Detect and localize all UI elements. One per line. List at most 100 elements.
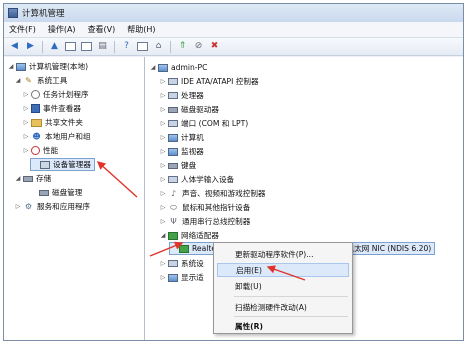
- expand-arrow-icon[interactable]: ▷: [22, 91, 30, 98]
- services-icon: ⚙: [24, 202, 33, 211]
- device-manager-icon: [40, 160, 50, 169]
- tree-item-task-scheduler[interactable]: ▷ 任务计划程序: [22, 88, 89, 101]
- tree-item-system-tools[interactable]: ◢ ✎ 系统工具: [14, 74, 68, 87]
- device-label: 系统设: [181, 259, 204, 268]
- tree-item-label: 存储: [36, 174, 52, 183]
- collapse-arrow-icon[interactable]: ◢: [7, 63, 15, 70]
- expand-arrow-icon[interactable]: ▷: [159, 134, 167, 141]
- hid-icon: [168, 176, 178, 183]
- device-category-hid[interactable]: ▷ 人体学输入设备: [159, 173, 234, 186]
- device-label: 端口 (COM 和 LPT): [181, 119, 249, 128]
- expand-arrow-icon[interactable]: ▷: [159, 176, 167, 183]
- device-category-disk-drives[interactable]: ▷ 磁盘驱动器: [159, 103, 219, 116]
- back-icon[interactable]: ◀: [8, 40, 21, 53]
- disable-device-icon[interactable]: ⊘: [192, 40, 205, 53]
- show-hide-tree-icon[interactable]: [64, 40, 77, 53]
- expand-arrow-icon[interactable]: ▷: [159, 78, 167, 85]
- disk-drive-icon: [168, 106, 178, 113]
- menu-help[interactable]: 帮助(H): [127, 24, 155, 35]
- tree-item-disk-management[interactable]: 磁盘管理: [30, 186, 82, 199]
- expand-arrow-icon[interactable]: ▷: [159, 148, 167, 155]
- tree-item-storage[interactable]: ◢ 存储: [14, 172, 52, 185]
- system-devices-icon: [168, 260, 178, 267]
- uninstall-device-icon[interactable]: ✖: [208, 40, 221, 53]
- properties-icon[interactable]: [136, 40, 149, 53]
- menu-view[interactable]: 查看(V): [88, 24, 116, 35]
- help-icon[interactable]: ?: [120, 40, 133, 53]
- forward-icon[interactable]: ▶: [24, 40, 37, 53]
- tree-item-label: 本地用户和组: [45, 132, 91, 141]
- expand-arrow-icon[interactable]: ▷: [159, 162, 167, 169]
- device-label: 磁盘驱动器: [181, 105, 219, 114]
- users-icon: ☻: [32, 132, 41, 141]
- expand-arrow-icon[interactable]: ▷: [159, 218, 167, 225]
- device-category-computer[interactable]: ▷ 计算机: [159, 131, 204, 144]
- menu-action[interactable]: 操作(A): [48, 24, 76, 35]
- expand-arrow-icon[interactable]: ▷: [22, 147, 30, 154]
- toolbar: ◀ ▶ ▲ ▤ ? ⌂ ⇑ ⊘ ✖: [4, 38, 463, 56]
- network-card-icon: [179, 244, 189, 253]
- menu-file[interactable]: 文件(F): [9, 24, 36, 35]
- update-driver-icon[interactable]: ⇑: [176, 40, 189, 53]
- collapse-arrow-icon[interactable]: ◢: [149, 64, 157, 71]
- expand-arrow-icon[interactable]: ▷: [159, 260, 167, 267]
- scan-hardware-icon[interactable]: ⌂: [152, 40, 165, 53]
- device-category-network-adapters[interactable]: ◢ 网络适配器: [159, 229, 219, 242]
- navigation-tree: ◢ 计算机管理(本地) ◢ ✎ 系统工具 ▷ 任务计划程序 ▷ 事件查看器 ▷: [4, 57, 145, 340]
- disk-management-icon: [39, 189, 49, 196]
- device-category-sound[interactable]: ▷ ♪ 声音、视频和游戏控制器: [159, 187, 266, 200]
- ide-controller-icon: [168, 78, 178, 85]
- ctx-properties[interactable]: 属性(R): [217, 319, 349, 333]
- device-category-system-devices[interactable]: ▷ 系统设: [159, 257, 204, 270]
- up-icon[interactable]: ▲: [48, 40, 61, 53]
- ctx-enable[interactable]: 启用(E): [217, 263, 349, 277]
- device-category-keyboards[interactable]: ▷ 键盘: [159, 159, 197, 172]
- expand-arrow-icon[interactable]: ▷: [14, 203, 22, 210]
- console-icon[interactable]: [80, 40, 93, 53]
- expand-arrow-icon[interactable]: ▷: [159, 274, 167, 281]
- device-category-display-adapters[interactable]: ▷ 显示适: [159, 271, 204, 284]
- usb-icon: Ψ: [170, 217, 177, 226]
- ctx-uninstall[interactable]: 卸载(U): [217, 279, 349, 293]
- menu-bar: 文件(F) 操作(A) 查看(V) 帮助(H): [4, 22, 463, 38]
- device-category-processor[interactable]: ▷ 处理器: [159, 89, 204, 102]
- expand-arrow-icon[interactable]: ▷: [159, 120, 167, 127]
- collapse-arrow-icon[interactable]: ◢: [14, 175, 22, 182]
- expand-arrow-icon[interactable]: ▷: [159, 190, 167, 197]
- ctx-update-driver[interactable]: 更新驱动程序软件(P)...: [217, 247, 349, 261]
- device-category-monitors[interactable]: ▷ 监视器: [159, 145, 204, 158]
- device-category-mice[interactable]: ▷ ⬭ 鼠标和其他指针设备: [159, 201, 251, 214]
- expand-arrow-icon[interactable]: ▷: [159, 92, 167, 99]
- display-adapter-icon: [168, 273, 178, 282]
- window-title: 计算机管理: [22, 9, 65, 19]
- tree-item-services-apps[interactable]: ▷ ⚙ 服务和应用程序: [14, 200, 90, 213]
- ctx-scan-hardware[interactable]: 扫描检测硬件改动(A): [217, 300, 349, 314]
- device-label: IDE ATA/ATAPI 控制器: [181, 77, 259, 86]
- expand-arrow-icon[interactable]: ▷: [22, 133, 30, 140]
- collapse-arrow-icon[interactable]: ◢: [14, 77, 22, 84]
- device-label: 声音、视频和游戏控制器: [182, 189, 266, 198]
- device-root-admin-pc[interactable]: ◢ admin-PC: [149, 61, 208, 74]
- tree-item-local-users[interactable]: ▷ ☻ 本地用户和组: [22, 130, 91, 143]
- tree-item-performance[interactable]: ▷ 性能: [22, 144, 58, 157]
- device-category-usb[interactable]: ▷ Ψ 通用串行总线控制器: [159, 215, 251, 228]
- device-label: 键盘: [181, 161, 197, 170]
- tree-item-shared-folders[interactable]: ▷ 共享文件夹: [22, 116, 83, 129]
- expand-arrow-icon[interactable]: ▷: [159, 204, 167, 211]
- event-viewer-icon: [31, 104, 40, 113]
- tree-item-label: 系统工具: [37, 76, 68, 85]
- expand-arrow-icon[interactable]: ▷: [22, 105, 30, 112]
- tree-item-event-viewer[interactable]: ▷ 事件查看器: [22, 102, 81, 115]
- tree-item-device-manager[interactable]: 设备管理器: [30, 158, 95, 171]
- export-icon[interactable]: ▤: [96, 40, 109, 53]
- tools-icon: ✎: [25, 76, 32, 85]
- performance-icon: [31, 146, 40, 155]
- device-category-ide[interactable]: ▷ IDE ATA/ATAPI 控制器: [159, 75, 259, 88]
- expand-arrow-icon[interactable]: ▷: [159, 106, 167, 113]
- device-category-ports[interactable]: ▷ 端口 (COM 和 LPT): [159, 117, 249, 130]
- network-adapter-icon: [168, 231, 178, 240]
- expand-arrow-icon[interactable]: ▷: [22, 119, 30, 126]
- tree-item-computer-management[interactable]: ◢ 计算机管理(本地): [7, 60, 88, 73]
- tree-item-label: 性能: [43, 146, 59, 155]
- collapse-arrow-icon[interactable]: ◢: [159, 232, 167, 239]
